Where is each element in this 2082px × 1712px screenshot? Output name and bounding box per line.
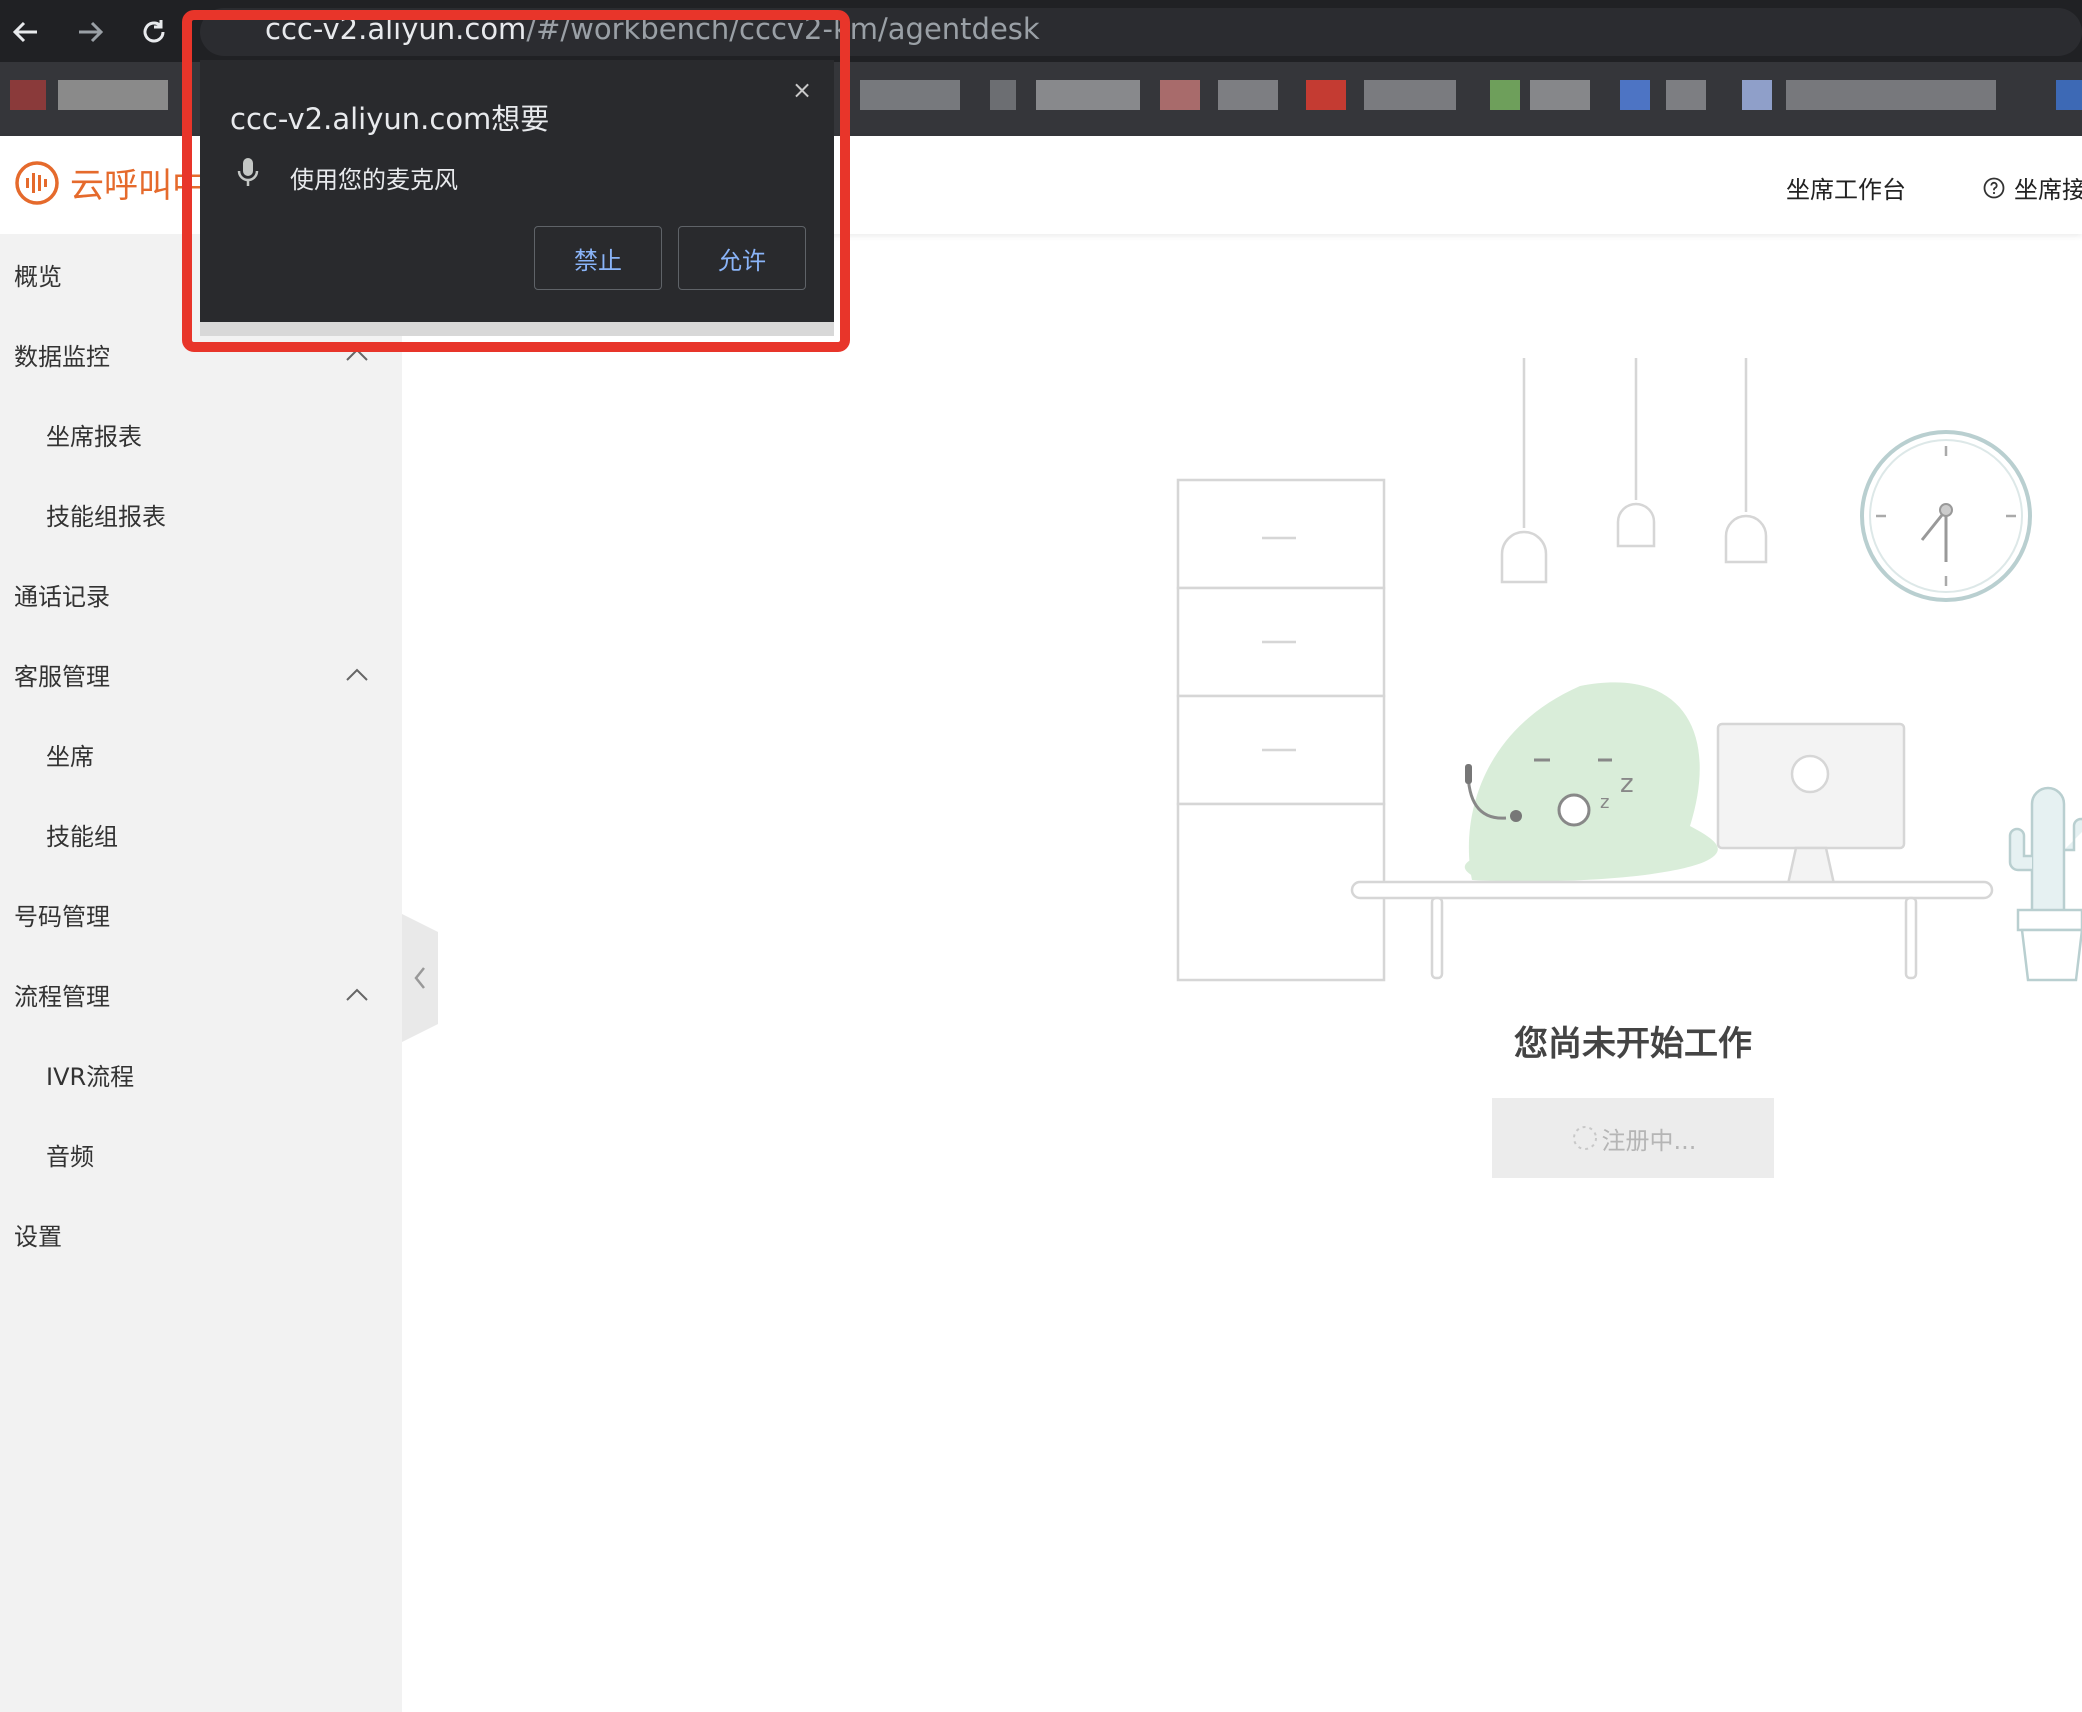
bookmark-item[interactable] bbox=[1218, 80, 1278, 110]
highlight-annotation-box bbox=[182, 10, 850, 352]
cabinet-drawing bbox=[1176, 478, 1386, 982]
back-button[interactable] bbox=[6, 12, 46, 52]
bookmark-item[interactable] bbox=[1490, 80, 1520, 110]
sidebar-item-flow-management[interactable]: 流程管理 bbox=[0, 954, 402, 1034]
sidebar-item-skill-groups[interactable]: 技能组 bbox=[0, 794, 402, 874]
svg-text:z: z bbox=[1600, 792, 1609, 813]
bookmark-item[interactable] bbox=[860, 80, 960, 110]
sidebar-item-skillgroup-report[interactable]: 技能组报表 bbox=[0, 474, 402, 554]
sidebar-item-service-management[interactable]: 客服管理 bbox=[0, 634, 402, 714]
desk-drawing bbox=[1350, 880, 1994, 980]
help-circle-icon bbox=[1983, 177, 2005, 198]
forward-button[interactable] bbox=[70, 12, 110, 52]
sidebar: 概览 数据监控 坐席报表 技能组报表 通话记录 客服管理 坐席 技能组 号码管理… bbox=[0, 234, 402, 1712]
app-logo[interactable]: 云呼叫中 bbox=[14, 158, 206, 207]
bookmark-item[interactable] bbox=[1364, 80, 1456, 110]
sidebar-item-settings[interactable]: 设置 bbox=[0, 1194, 402, 1274]
register-button[interactable]: 注册中... bbox=[1492, 1098, 1774, 1178]
chevron-up-icon bbox=[346, 988, 368, 1001]
sidebar-item-audio[interactable]: 音频 bbox=[0, 1114, 402, 1194]
sidebar-item-ivr-flow[interactable]: IVR流程 bbox=[0, 1034, 402, 1114]
bookmark-item[interactable] bbox=[1036, 80, 1140, 110]
header-link-agent-workbench[interactable]: 坐席工作台 bbox=[1786, 170, 1906, 205]
reload-icon bbox=[143, 20, 165, 43]
idle-workspace-illustration: z z bbox=[1176, 358, 2082, 982]
soundwave-logo-icon bbox=[15, 160, 59, 205]
bookmark-item[interactable] bbox=[1666, 80, 1706, 110]
sleeping-mascot-drawing: z z bbox=[1464, 682, 1718, 882]
sidebar-collapse-toggle[interactable] bbox=[402, 914, 440, 1042]
computer-monitor-drawing bbox=[1716, 722, 1906, 886]
not-working-status-title: 您尚未开始工作 bbox=[1514, 1024, 1752, 1064]
loading-spinner-icon bbox=[1572, 1126, 1597, 1150]
bookmark-item[interactable] bbox=[1530, 80, 1590, 110]
bookmark-item[interactable] bbox=[2056, 80, 2082, 110]
arrow-right-icon bbox=[79, 21, 104, 43]
bookmark-item[interactable] bbox=[1160, 80, 1200, 110]
sidebar-item-call-records[interactable]: 通话记录 bbox=[0, 554, 402, 634]
bookmark-item[interactable] bbox=[1620, 80, 1650, 110]
bookmark-item[interactable] bbox=[58, 80, 168, 110]
sidebar-item-number-management[interactable]: 号码管理 bbox=[0, 874, 402, 954]
bookmark-item[interactable] bbox=[10, 80, 46, 110]
arrow-left-icon bbox=[12, 21, 37, 43]
reload-button[interactable] bbox=[134, 12, 174, 52]
header-link-agent-help[interactable]: 坐席接 bbox=[1982, 170, 2082, 205]
sidebar-item-agent-report[interactable]: 坐席报表 bbox=[0, 394, 402, 474]
pendant-lamps-drawing bbox=[1500, 358, 1768, 584]
bookmark-item[interactable] bbox=[1786, 80, 1996, 110]
bookmark-item[interactable] bbox=[990, 80, 1016, 110]
sidebar-item-agents[interactable]: 坐席 bbox=[0, 714, 402, 794]
wall-clock-drawing bbox=[1860, 430, 2032, 602]
chevron-up-icon bbox=[346, 668, 368, 681]
bookmark-item[interactable] bbox=[1306, 80, 1346, 110]
bookmark-item[interactable] bbox=[1742, 80, 1772, 110]
svg-text:z: z bbox=[1620, 769, 1634, 799]
cactus-plant-drawing bbox=[2008, 786, 2082, 982]
